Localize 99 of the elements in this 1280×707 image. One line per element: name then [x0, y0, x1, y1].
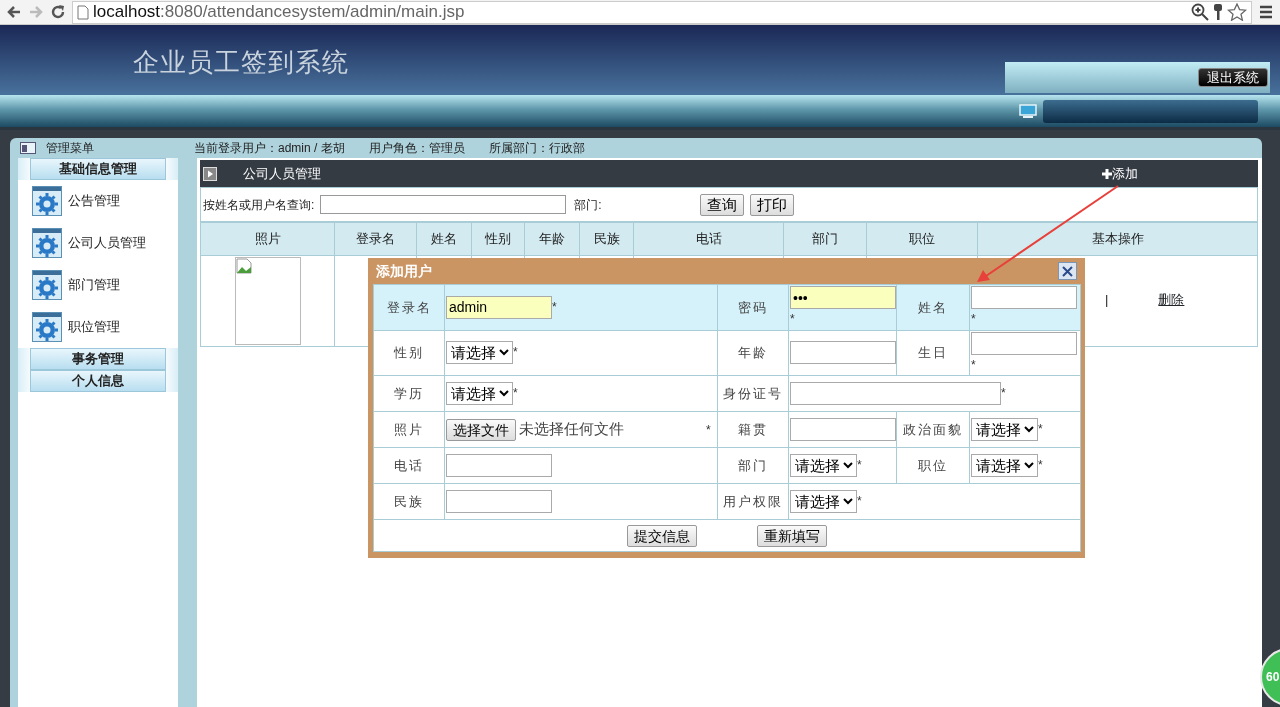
input-field[interactable]	[790, 418, 896, 441]
field-label: 民族	[373, 483, 445, 520]
menu-item[interactable]: 公司人员管理	[68, 233, 146, 253]
field-label: 用户权限	[717, 483, 789, 520]
window-icon	[20, 142, 36, 154]
monitor-icon	[1019, 103, 1037, 119]
field-label: 照片	[373, 411, 445, 448]
section-header[interactable]: 基础信息管理	[30, 158, 166, 180]
field-label: 姓名	[896, 284, 970, 330]
menu-icon[interactable]	[1258, 4, 1274, 20]
add-link[interactable]: 添加	[1102, 163, 1138, 184]
required-mark: *	[857, 493, 862, 508]
input-field[interactable]	[971, 331, 1077, 355]
field-label: 职位	[896, 447, 970, 484]
menu-item[interactable]: 部门管理	[68, 275, 120, 295]
column-header: 性别	[471, 222, 525, 256]
column-header: 民族	[579, 222, 634, 256]
plus-icon	[1102, 168, 1112, 179]
input-field[interactable]	[446, 454, 552, 477]
field-label: 电话	[373, 447, 445, 484]
reload-icon[interactable]	[50, 4, 66, 20]
input-field[interactable]	[790, 382, 1001, 405]
user-info: 当前登录用户：admin / 老胡 用户角色：管理员 所属部门：行政部	[194, 140, 585, 157]
field-label: 生日	[896, 330, 970, 376]
required-mark: *	[513, 385, 518, 400]
field-label: 性别	[373, 330, 445, 376]
required-mark: *	[513, 345, 518, 360]
section-title: 公司人员管理	[243, 164, 321, 183]
forward-icon[interactable]	[28, 4, 44, 20]
delete-link[interactable]: 删除	[1158, 290, 1185, 310]
key-icon[interactable]	[1211, 3, 1224, 21]
select-field[interactable]: 请选择	[971, 454, 1038, 477]
column-header: 年龄	[524, 222, 580, 256]
form-button[interactable]: 提交信息	[627, 524, 697, 547]
required-mark: *	[552, 299, 557, 314]
required-mark: *	[1001, 385, 1006, 400]
search-label: 按姓名或用户名查询:	[203, 196, 315, 214]
department-label: 部门:	[574, 196, 602, 214]
select-field[interactable]: 请选择	[790, 454, 857, 477]
address-bar[interactable]: localhost:8080/attendancesystem/admin/main.jsp	[72, 0, 1252, 24]
select-field[interactable]: 请选择	[971, 418, 1038, 441]
close-button[interactable]	[1058, 262, 1077, 280]
logout-button[interactable]: 退出系统	[1198, 68, 1268, 87]
field-label: 年龄	[717, 330, 789, 376]
field-label: 籍贯	[717, 411, 789, 448]
section-header[interactable]: 事务管理	[30, 348, 166, 370]
input-field[interactable]	[971, 286, 1077, 309]
url-text: localhost	[93, 2, 161, 22]
select-field[interactable]: 请选择	[446, 341, 513, 365]
menu-item[interactable]: 公告管理	[68, 191, 120, 211]
zoom-icon[interactable]	[1190, 3, 1209, 21]
column-header: 基本操作	[977, 222, 1258, 256]
menu-item[interactable]: 职位管理	[68, 317, 120, 337]
column-header: 部门	[783, 222, 867, 256]
form-button[interactable]: 重新填写	[757, 524, 827, 547]
app-title: 企业员工签到系统	[133, 46, 349, 79]
menu-title: 管理菜单	[46, 140, 94, 157]
column-header: 电话	[633, 222, 784, 256]
url-text: :8080/attendancesystem/admin/main.jsp	[160, 2, 465, 22]
field-label: 学历	[373, 375, 445, 412]
field-label: 密码	[717, 284, 789, 330]
field-label: 政治面貌	[896, 411, 970, 448]
required-mark: *	[971, 357, 976, 372]
field-label: 部门	[717, 447, 789, 484]
required-mark: *	[971, 312, 976, 326]
back-icon[interactable]	[6, 4, 22, 20]
select-field[interactable]: 请选择	[446, 382, 513, 405]
gear-window-icon	[32, 186, 62, 216]
separator: |	[1105, 291, 1109, 309]
column-header: 登录名	[334, 222, 417, 256]
column-header: 照片	[200, 222, 335, 256]
required-mark: *	[706, 423, 711, 438]
column-header: 姓名	[416, 222, 472, 256]
required-mark: *	[857, 457, 862, 472]
gear-window-icon	[32, 228, 62, 258]
field-label: 身份证号	[717, 375, 789, 412]
column-header: 职位	[866, 222, 978, 256]
dialog-title: 添加用户	[376, 261, 432, 281]
gear-window-icon	[32, 270, 62, 300]
section-header[interactable]: 个人信息	[30, 370, 166, 392]
file-status: 未选择任何文件	[519, 419, 625, 440]
page-icon	[77, 4, 89, 20]
required-mark: *	[790, 312, 795, 326]
required-mark: *	[1038, 457, 1043, 472]
required-mark: *	[1038, 421, 1043, 436]
input-field[interactable]	[790, 341, 896, 365]
input-field[interactable]: admin	[446, 295, 552, 319]
search-field[interactable]	[320, 195, 567, 214]
play-icon	[203, 166, 217, 181]
star-icon[interactable]	[1227, 3, 1247, 21]
select-field[interactable]: 请选择	[790, 490, 857, 513]
toolbar-button[interactable]: 查询	[699, 193, 744, 216]
file-button[interactable]: 选择文件	[446, 418, 516, 441]
input-field[interactable]	[446, 490, 552, 513]
input-field[interactable]: •••	[790, 286, 896, 309]
broken-image-icon	[235, 258, 252, 274]
toolbar-button[interactable]: 打印	[749, 193, 794, 216]
gear-window-icon	[32, 312, 62, 342]
field-label: 登录名	[373, 284, 445, 330]
